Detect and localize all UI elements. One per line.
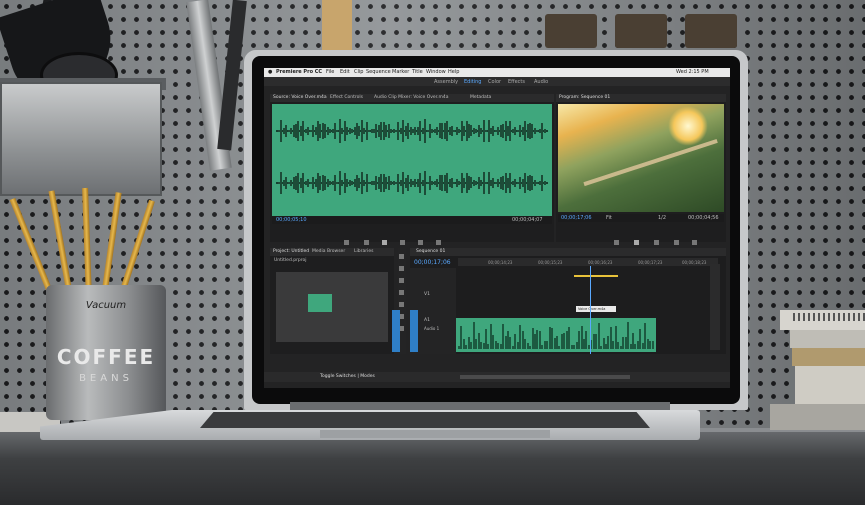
waveform-bar <box>543 129 546 133</box>
menu-window[interactable]: Window <box>426 69 446 75</box>
audio-clip-icon <box>308 294 332 312</box>
tab-sequence[interactable]: Sequence 01 <box>416 249 445 254</box>
workspace-assembly[interactable]: Assembly <box>434 79 458 85</box>
project-file-name: Untitled.prproj <box>274 258 307 263</box>
metal-wall-bin <box>0 82 162 196</box>
play-icon[interactable] <box>382 240 387 245</box>
book <box>790 330 865 348</box>
timeline-ruler[interactable]: 00;00;14;23 00;00;15;23 00;00;16;23 00;0… <box>458 258 718 266</box>
step-forward-icon[interactable] <box>400 240 405 245</box>
apple-icon[interactable]: ● <box>268 69 272 75</box>
waveform-bar <box>543 181 546 185</box>
step-back-icon[interactable] <box>364 240 369 245</box>
mark-in-icon[interactable] <box>344 240 349 245</box>
book <box>795 366 865 404</box>
source-patch-a1[interactable] <box>392 310 400 352</box>
workspace-effects[interactable]: Effects <box>508 79 525 85</box>
ruler-tick-label: 00;00;18;23 <box>682 260 707 265</box>
clip-waveform-bar <box>651 341 654 349</box>
track-label-a1[interactable]: A1 <box>424 318 430 323</box>
ruler-tick-label: 00;00;15;23 <box>538 260 563 265</box>
binder-clip <box>615 14 667 48</box>
clock: Wed 2:15 PM <box>676 69 709 75</box>
can-title: COFFEE <box>56 345 156 369</box>
menu-marker[interactable]: Marker <box>392 69 409 75</box>
ripple-edit-tool-icon[interactable] <box>399 278 404 283</box>
program-resolution-select[interactable]: 1/2 <box>658 215 666 221</box>
workspace-color[interactable]: Color <box>488 79 501 85</box>
clip-thumbnail[interactable] <box>276 272 388 342</box>
program-step-forward-icon[interactable] <box>654 240 659 245</box>
tab-program[interactable]: Program: Sequence 01 <box>559 95 610 100</box>
insert-icon[interactable] <box>418 240 423 245</box>
can-subtitle: BEANS <box>79 373 133 384</box>
menu-file[interactable]: File <box>326 69 334 75</box>
program-duration: 00;00;04;56 <box>688 215 719 221</box>
program-zoom-select[interactable]: Fit <box>606 215 612 221</box>
program-timecode[interactable]: 00;00;17;06 <box>561 215 592 221</box>
source-transport-bar: 00;00;05;10 00;00;04;07 <box>272 216 552 224</box>
app-name[interactable]: Premiere Pro CC <box>276 69 322 75</box>
tab-libraries[interactable]: Libraries <box>354 249 373 254</box>
workspace-editing[interactable]: Editing <box>464 79 481 85</box>
tab-project[interactable]: Project: Untitled <box>273 249 309 254</box>
menu-edit[interactable]: Edit <box>340 69 350 75</box>
source-timecode-in[interactable]: 00;00;05;10 <box>276 217 307 223</box>
ruler-tick-label: 00;00;17;23 <box>638 260 663 265</box>
notebook-spiral <box>793 313 865 321</box>
tab-source[interactable]: Source: Voice Over.m4a <box>273 95 327 100</box>
timeline-tab-bar: Sequence 01 <box>410 248 726 256</box>
slip-tool-icon[interactable] <box>399 302 404 307</box>
selection-tool-icon[interactable] <box>399 254 404 259</box>
laptop-trackpad <box>320 430 550 438</box>
status-label[interactable]: Toggle Switches | Modes <box>320 374 375 379</box>
work-area-bar[interactable] <box>574 275 618 277</box>
program-panel-tab: Program: Sequence 01 <box>556 94 726 102</box>
clip-tooltip: Voice Over.m4a <box>576 306 616 312</box>
timeline-audio-clip[interactable] <box>456 318 656 352</box>
can-brand: Vacuum <box>85 300 127 311</box>
playhead[interactable] <box>590 266 591 354</box>
binder-clips <box>545 14 745 48</box>
laptop-keyboard <box>200 412 650 428</box>
timeline-horizontal-scrollbar[interactable] <box>460 375 630 379</box>
tab-media-browser[interactable]: Media Browser <box>312 249 345 254</box>
program-play-icon[interactable] <box>634 240 639 245</box>
program-step-back-icon[interactable] <box>614 240 619 245</box>
track-target-a1[interactable] <box>410 310 418 352</box>
track-name-audio1: Audio 1 <box>424 326 440 331</box>
timeline-vertical-scrollbar[interactable] <box>710 264 720 350</box>
laptop-screen: ● Premiere Pro CC File Edit Clip Sequenc… <box>264 68 730 388</box>
timeline-timecode[interactable]: 00;00;17;06 <box>414 259 451 266</box>
menu-help[interactable]: Help <box>448 69 459 75</box>
tab-effect-controls[interactable]: Effect Controls <box>330 95 363 100</box>
menu-clip[interactable]: Clip <box>354 69 363 75</box>
workspace-audio[interactable]: Audio <box>534 79 548 85</box>
source-panel-tabs: Source: Voice Over.m4a Effect Controls A… <box>270 94 554 102</box>
sun-glow <box>668 106 708 146</box>
overwrite-icon[interactable] <box>436 240 441 245</box>
track-select-tool-icon[interactable] <box>399 266 404 271</box>
binder-clip <box>545 14 597 48</box>
ruler-tick-label: 00;00;16;23 <box>588 260 613 265</box>
book <box>770 404 865 430</box>
lift-icon[interactable] <box>674 240 679 245</box>
razor-tool-icon[interactable] <box>399 290 404 295</box>
program-transport-bar: 00;00;17;06 Fit 1/2 00;00;04;56 <box>558 214 724 222</box>
track-label-v1[interactable]: V1 <box>424 292 430 297</box>
workspace-bar: Assembly Editing Color Effects Audio <box>264 77 730 86</box>
menu-sequence[interactable]: Sequence <box>366 69 391 75</box>
source-timecode-out: 00;00;04;07 <box>512 217 543 223</box>
project-panel-tabs: Project: Untitled Media Browser Librarie… <box>270 248 394 256</box>
book <box>792 348 865 366</box>
extract-icon[interactable] <box>692 240 697 245</box>
ruler-tick-label: 00;00;14;23 <box>488 260 513 265</box>
tab-metadata[interactable]: Metadata <box>470 95 491 100</box>
tab-audio-clip-mixer[interactable]: Audio Clip Mixer: Voice Over.m4a <box>374 95 449 100</box>
menu-bar: ● Premiere Pro CC File Edit Clip Sequenc… <box>264 68 730 77</box>
audio-waveform-display[interactable] <box>272 104 552 216</box>
tooltip-text: Voice Over.m4a <box>578 307 606 311</box>
menu-title[interactable]: Title <box>412 69 423 75</box>
binder-clip <box>685 14 737 48</box>
